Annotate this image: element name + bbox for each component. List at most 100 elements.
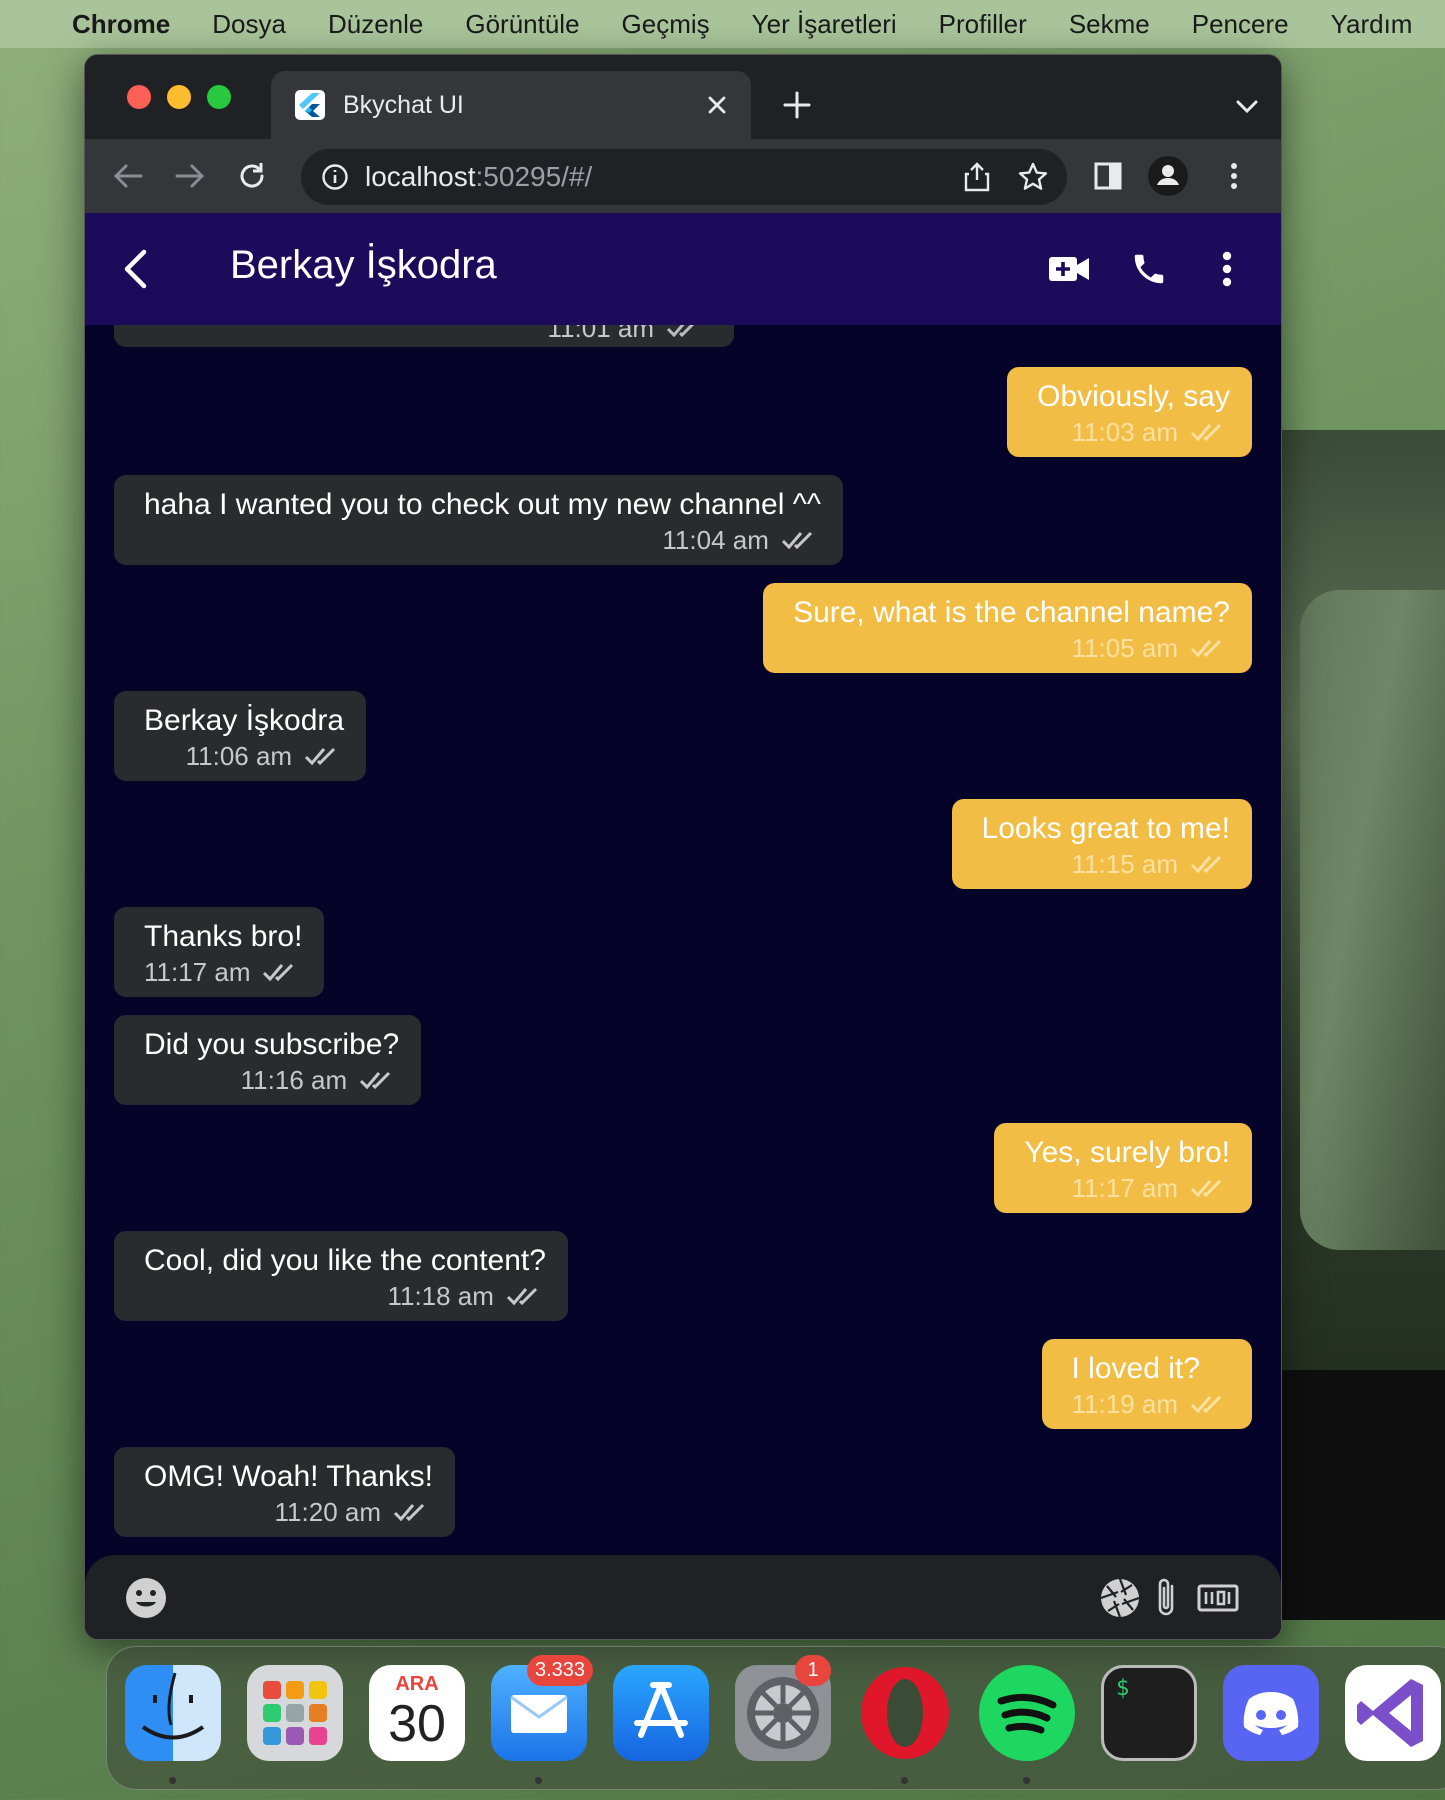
message-meta: 11:18 am	[144, 1281, 546, 1311]
mail-icon[interactable]: 3.333	[491, 1655, 594, 1761]
more-options-icon[interactable]	[1201, 243, 1253, 295]
system-settings-icon[interactable]: 1	[735, 1655, 831, 1761]
double-check-icon	[360, 1071, 391, 1090]
calendar-icon[interactable]: ARA 30	[369, 1665, 465, 1761]
wallpaper-shape	[1282, 1370, 1445, 1620]
message-meta: 11:17 am	[144, 957, 302, 987]
message-time: 11:04 am	[662, 525, 769, 555]
menu-view[interactable]: Görüntüle	[465, 9, 579, 40]
close-tab-icon[interactable]	[697, 85, 737, 125]
message-bubble-outgoing[interactable]: Obviously, say 11:03 am	[1007, 367, 1252, 457]
message-time: 11:19 am	[1071, 1389, 1178, 1419]
message-meta: 11:01 am	[548, 325, 706, 343]
zoom-window-button[interactable]	[207, 85, 231, 109]
camera-shutter-icon[interactable]	[1097, 1575, 1143, 1621]
message-bubble-incoming[interactable]: OMG! Woah! Thanks! 11:20 am	[114, 1447, 455, 1537]
message-bubble-incoming[interactable]: haha I wanted you to check out my new ch…	[114, 475, 843, 565]
message-text: OMG! Woah! Thanks!	[144, 1460, 433, 1493]
message-bubble-incoming[interactable]: Berkay İşkodra 11:06 am	[114, 691, 367, 781]
double-check-icon	[506, 1287, 537, 1306]
message-text: Looks great to me!	[981, 812, 1230, 845]
terminal-icon[interactable]: $	[1101, 1665, 1197, 1761]
chevron-down-icon[interactable]	[1227, 87, 1267, 127]
message-bubble-outgoing[interactable]: I loved it? 11:19 am	[1041, 1339, 1252, 1429]
message-bubble-incoming[interactable]: 11:01 am	[114, 325, 734, 347]
discord-icon[interactable]	[1223, 1665, 1319, 1761]
finder-icon[interactable]	[125, 1665, 221, 1761]
message-time: 11:17 am	[1071, 1173, 1178, 1203]
tab-title: Bkychat UI	[343, 90, 464, 119]
menu-tab[interactable]: Sekme	[1069, 9, 1150, 40]
message-bubble-outgoing[interactable]: Sure, what is the channel name? 11:05 am	[763, 583, 1252, 673]
browser-menu-icon[interactable]	[1211, 153, 1257, 199]
back-chevron-icon[interactable]	[109, 243, 161, 295]
spotify-icon[interactable]	[979, 1665, 1075, 1761]
double-check-icon	[305, 747, 336, 766]
menu-app-name[interactable]: Chrome	[72, 9, 170, 40]
forward-arrow-icon[interactable]	[167, 153, 213, 199]
message-time: 11:20 am	[274, 1497, 381, 1527]
new-tab-icon[interactable]	[775, 83, 819, 127]
url-text[interactable]: localhost:50295/#/	[365, 161, 955, 193]
profile-avatar-icon[interactable]	[1145, 153, 1191, 199]
message-time: 11:17 am	[144, 957, 251, 987]
app-store-icon[interactable]	[613, 1665, 709, 1761]
mail-badge: 3.333	[527, 1655, 594, 1686]
phone-icon[interactable]	[1123, 243, 1175, 295]
launchpad-icon[interactable]	[247, 1665, 343, 1761]
double-check-icon	[1190, 423, 1222, 442]
keyboard-icon[interactable]	[1195, 1575, 1241, 1621]
menu-window[interactable]: Pencere	[1192, 9, 1289, 40]
menu-help[interactable]: Yardım	[1331, 9, 1413, 40]
message-text: Thanks bro!	[144, 920, 303, 953]
message-list[interactable]: 11:01 am Obviously, say 11:03 am haha I …	[85, 325, 1281, 1561]
message-bubble-incoming[interactable]: Thanks bro! 11:17 am	[114, 907, 325, 997]
running-indicator	[1023, 1777, 1030, 1784]
message-time: 11:01 am	[547, 325, 654, 343]
message-bubble-incoming[interactable]: Cool, did you like the content? 11:18 am	[114, 1231, 568, 1321]
running-indicator	[169, 1777, 176, 1784]
menu-bookmarks[interactable]: Yer İşaretleri	[752, 9, 897, 40]
menu-profiles[interactable]: Profiller	[939, 9, 1027, 40]
wallpaper-shape	[1300, 590, 1445, 1250]
menu-history[interactable]: Geçmiş	[622, 9, 710, 40]
message-time: 11:06 am	[185, 741, 293, 771]
side-panel-icon[interactable]	[1085, 153, 1131, 199]
tab-strip: Bkychat UI	[85, 55, 1281, 139]
reload-icon[interactable]	[229, 153, 275, 199]
star-icon[interactable]	[1011, 155, 1055, 199]
terminal-prompt: $	[1116, 1676, 1130, 1701]
running-indicator	[901, 1777, 908, 1784]
message-input-bar[interactable]	[85, 1555, 1281, 1639]
running-indicator	[535, 1777, 542, 1784]
message-meta: 11:04 am	[144, 525, 821, 555]
message-text: Berkay İşkodra	[144, 704, 345, 737]
attachment-icon[interactable]	[1143, 1575, 1189, 1621]
back-arrow-icon[interactable]	[105, 153, 151, 199]
emoji-icon[interactable]	[123, 1575, 169, 1621]
minimize-window-button[interactable]	[167, 85, 191, 109]
menu-edit[interactable]: Düzenle	[328, 9, 423, 40]
browser-tab[interactable]: Bkychat UI	[271, 71, 751, 139]
message-meta: 11:20 am	[144, 1497, 433, 1527]
contact-name: Berkay İşkodra	[230, 243, 497, 287]
calendar-month: ARA	[395, 1673, 439, 1695]
message-bubble-incoming[interactable]: Did you subscribe? 11:16 am	[114, 1015, 422, 1105]
message-text: Sure, what is the channel name?	[793, 596, 1230, 629]
share-icon[interactable]	[955, 155, 999, 199]
double-check-icon	[1190, 855, 1222, 874]
address-bar[interactable]: localhost:50295/#/	[301, 149, 1067, 205]
opera-icon[interactable]	[857, 1665, 953, 1761]
double-check-icon	[393, 1503, 425, 1522]
message-bubble-outgoing[interactable]: Looks great to me! 11:15 am	[951, 799, 1252, 889]
close-window-button[interactable]	[127, 85, 151, 109]
visual-studio-icon[interactable]	[1345, 1665, 1441, 1761]
double-check-icon	[1190, 1395, 1222, 1414]
message-bubble-outgoing[interactable]: Yes, surely bro! 11:17 am	[994, 1123, 1252, 1213]
menu-file[interactable]: Dosya	[212, 9, 286, 40]
info-icon[interactable]	[321, 163, 349, 191]
video-call-icon[interactable]	[1043, 243, 1095, 295]
url-path: :50295/#/	[475, 161, 593, 192]
message-meta: 11:05 am	[793, 633, 1230, 663]
message-meta: 11:03 am	[1037, 417, 1230, 447]
